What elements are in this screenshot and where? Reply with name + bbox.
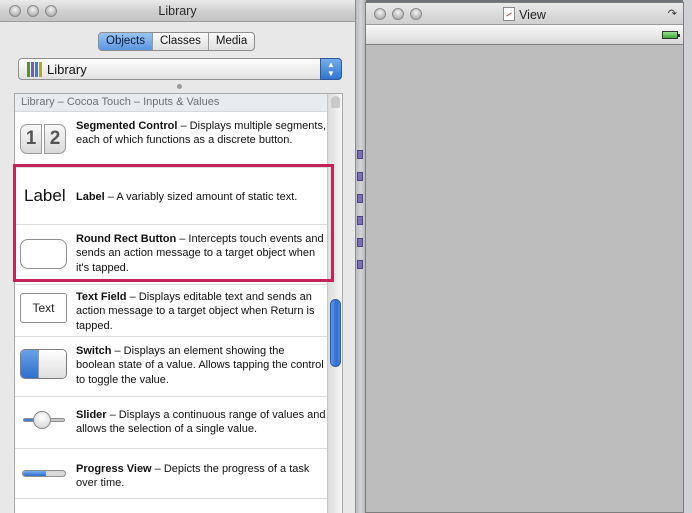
text-field-icon: Text — [20, 291, 68, 325]
split-grip-icon[interactable] — [177, 84, 182, 89]
library-scrollbar[interactable] — [327, 94, 342, 513]
item-description: Text Field – Displays editable text and … — [76, 291, 315, 332]
library-titlebar[interactable]: Library — [0, 0, 355, 22]
item-description: Switch – Displays an element showing the… — [76, 345, 324, 386]
list-item-segmented-control[interactable]: 1 2 Segmented Control – Displays multipl… — [15, 112, 328, 168]
simulated-status-bar — [366, 25, 683, 45]
scrollbar-cap — [331, 96, 340, 108]
rotate-icon[interactable]: ↷ — [668, 7, 677, 20]
item-title: Progress View — [76, 463, 152, 475]
library-object-list: Library – Cocoa Touch – Inputs & Values … — [14, 93, 343, 513]
library-popup-label: Library — [47, 62, 87, 77]
item-description: Label – A variably sized amount of stati… — [76, 191, 298, 203]
item-title: Slider — [76, 409, 107, 421]
list-item-slider[interactable]: Slider – Displays a continuous range of … — [15, 397, 328, 449]
tab-objects[interactable]: Objects — [99, 33, 153, 50]
library-window-title: Library — [158, 4, 197, 18]
item-title: Switch — [76, 345, 112, 357]
list-item-text-field[interactable]: Text Text Field – Displays editable text… — [15, 285, 328, 337]
view-window-title-area: View — [366, 7, 683, 22]
round-rect-button-icon — [20, 237, 68, 271]
item-title: Text Field — [76, 291, 127, 303]
item-title: Segmented Control — [76, 120, 178, 132]
library-books-icon — [27, 62, 42, 77]
view-window-title: View — [519, 8, 546, 22]
item-title: Label — [76, 191, 105, 203]
tab-classes[interactable]: Classes — [153, 33, 209, 50]
battery-icon — [662, 31, 680, 39]
switch-icon — [20, 347, 68, 381]
list-item-round-rect-button[interactable]: Round Rect Button – Intercepts touch eve… — [15, 225, 328, 285]
list-item-switch[interactable]: Switch – Displays an element showing the… — [15, 337, 328, 397]
slider-icon — [20, 403, 68, 437]
popup-arrows-icon: ▲ ▼ — [320, 58, 342, 80]
scrollbar-thumb[interactable] — [330, 299, 341, 367]
document-icon — [503, 7, 516, 21]
item-title: Round Rect Button — [76, 233, 177, 245]
list-item-label[interactable]: Label Label – A variably sized amount of… — [15, 168, 328, 225]
view-window: View ↷ — [365, 2, 684, 513]
progress-view-icon — [20, 456, 68, 490]
item-description: Progress View – Depicts the progress of … — [76, 463, 310, 490]
tab-media[interactable]: Media — [209, 33, 254, 50]
segmented-control-icon: 1 2 — [20, 122, 68, 156]
background-icons — [357, 150, 365, 282]
item-description: Slider – Displays a continuous range of … — [76, 409, 326, 436]
item-description: Round Rect Button – Intercepts touch eve… — [76, 233, 324, 274]
view-titlebar[interactable]: View ↷ — [366, 3, 683, 25]
list-item-progress-view[interactable]: Progress View – Depicts the progress of … — [15, 449, 328, 499]
library-tab-bar: Objects Classes Media — [0, 22, 355, 58]
view-canvas[interactable] — [366, 46, 683, 512]
background-window-edge-right — [683, 0, 692, 513]
item-description: Segmented Control – Displays multiple se… — [76, 120, 327, 147]
progress-fill — [23, 471, 47, 476]
slider-knob — [32, 411, 51, 429]
library-segmented-control: Objects Classes Media — [98, 32, 256, 51]
library-popup-button[interactable]: Library ▲ ▼ — [18, 58, 342, 80]
section-header: Library – Cocoa Touch – Inputs & Values — [15, 94, 342, 112]
label-icon: Label — [24, 186, 66, 205]
library-window: Library Objects Classes Media Library ▲ ▼… — [0, 0, 356, 513]
